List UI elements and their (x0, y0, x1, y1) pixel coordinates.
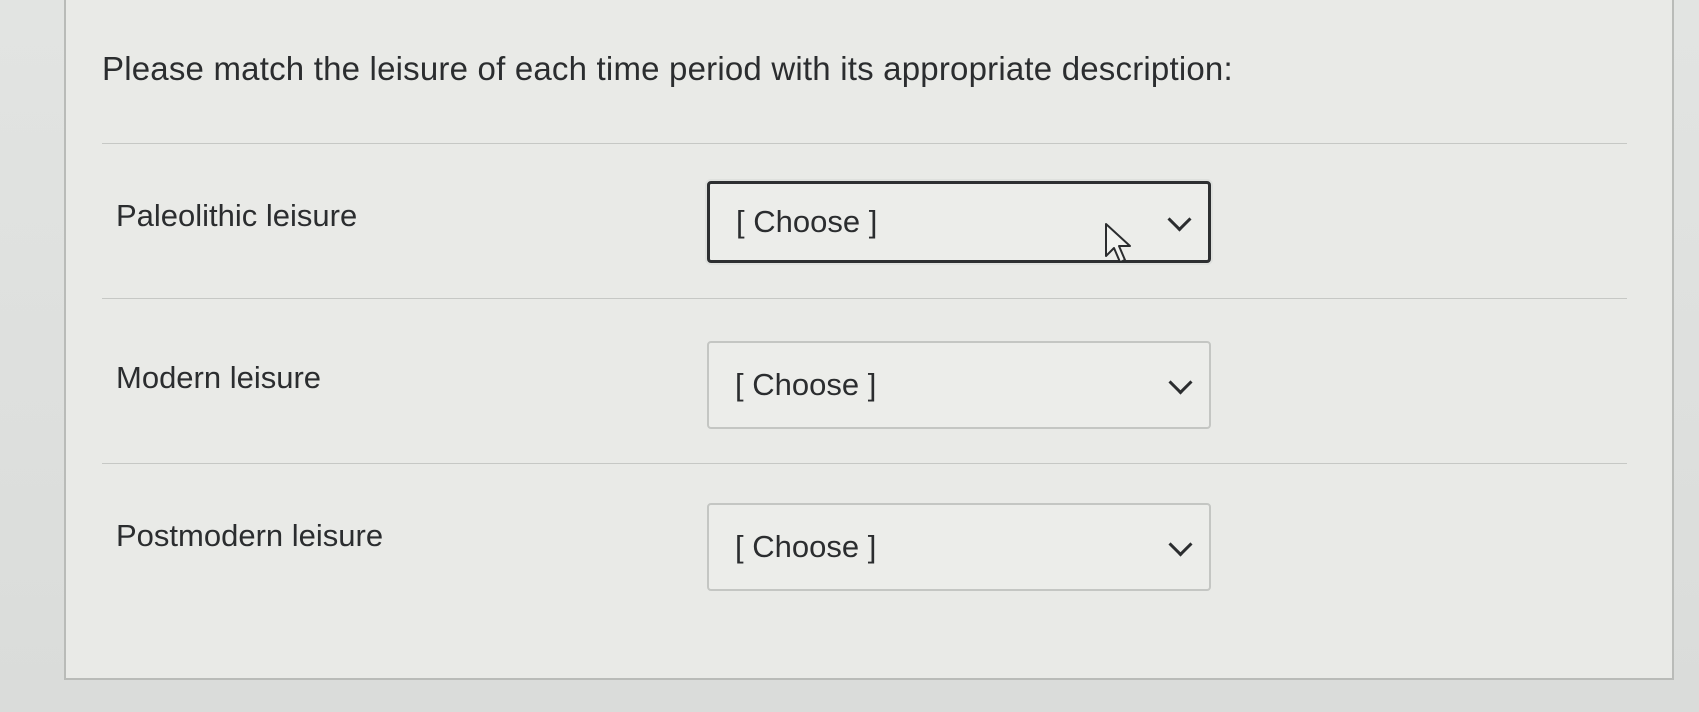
divider (102, 143, 1627, 144)
mouse-pointer-icon (1105, 223, 1131, 263)
question-prompt: Please match the leisure of each time pe… (102, 50, 1233, 87)
select-value: [ Choose ] (735, 529, 877, 564)
select-modern[interactable]: [ Choose ] (707, 341, 1211, 429)
divider (102, 463, 1627, 464)
select-postmodern[interactable]: [ Choose ] (707, 503, 1211, 591)
matching-question-panel: Please match the leisure of each time pe… (64, 0, 1674, 680)
row-label-paleolithic: Paleolithic leisure (116, 198, 358, 233)
row-label-postmodern: Postmodern leisure (116, 518, 384, 553)
chevron-down-icon (1167, 207, 1192, 232)
chevron-down-icon (1168, 532, 1193, 557)
select-value: [ Choose ] (735, 367, 877, 402)
divider (102, 298, 1627, 299)
select-paleolithic[interactable]: [ Choose ] (707, 181, 1211, 263)
chevron-down-icon (1168, 370, 1193, 395)
row-label-modern: Modern leisure (116, 360, 322, 395)
select-value: [ Choose ] (736, 204, 878, 239)
